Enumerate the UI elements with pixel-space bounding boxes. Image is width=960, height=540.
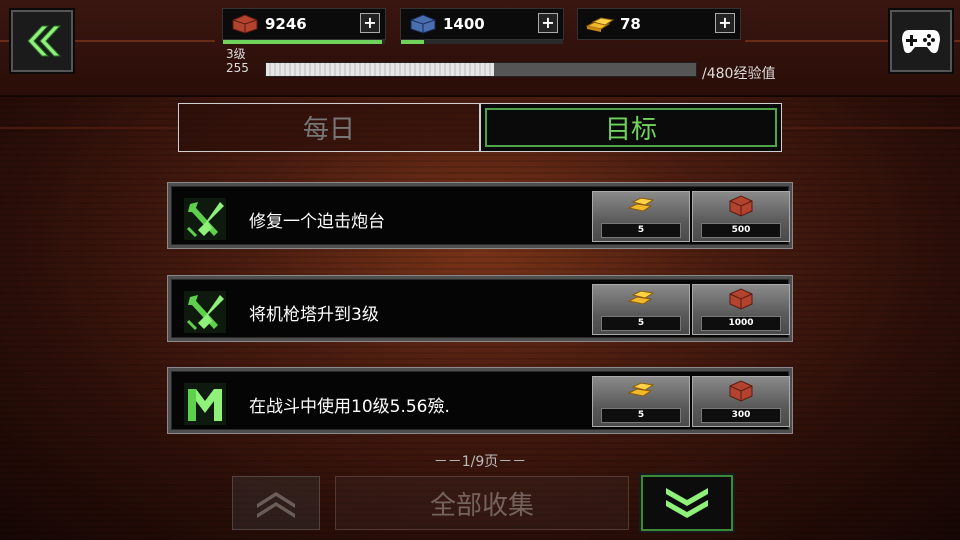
mission-tabs: 每日 目标 [178, 103, 782, 152]
collect-all-button[interactable]: 全部收集 [335, 476, 629, 530]
reward-crates-amount: 300 [701, 408, 781, 423]
pagination-indicator: －－1/9页－－ [433, 454, 527, 470]
tab-goals[interactable]: 目标 [480, 103, 782, 152]
gold-bars-icon [585, 17, 615, 32]
mission-text: 将机枪塔升到3级 [249, 305, 379, 325]
add-gold-button[interactable]: + [715, 13, 735, 33]
gold-bars-icon [627, 382, 655, 397]
red-crate-capacity-bar [223, 40, 385, 44]
mission-text: 在战斗中使用10级5.56殮. [249, 397, 450, 417]
blue-crate-capacity-bar [401, 40, 563, 44]
mission-text: 修复一个迫击炮台 [249, 212, 385, 232]
reward-gold-amount: 5 [601, 223, 681, 238]
reward-crates-amount: 500 [701, 223, 781, 238]
mission-row[interactable]: 在战斗中使用10级5.56殮. 5 300 [167, 367, 793, 434]
add-red-crates-button[interactable]: + [360, 13, 380, 33]
decor-line [782, 127, 960, 129]
reward-gold-amount: 5 [601, 408, 681, 423]
reward-gold-amount: 5 [601, 316, 681, 331]
double-chevron-left-icon [27, 25, 62, 57]
wrench-screwdriver-icon [184, 198, 226, 240]
player-level: 3级 255 [226, 47, 249, 75]
reward-gold: 5 [592, 191, 690, 242]
gold-count: 78 [620, 15, 641, 33]
reward-crates: 300 [692, 376, 790, 427]
blue-crate-icon [410, 14, 436, 34]
red-crate-icon [729, 380, 753, 402]
xp-max-label: /480经验值 [702, 66, 776, 82]
page-up-button[interactable] [232, 476, 320, 530]
reward-gold: 5 [592, 376, 690, 427]
page-down-button[interactable] [641, 475, 733, 531]
back-button[interactable] [11, 10, 73, 72]
tab-daily[interactable]: 每日 [178, 103, 480, 152]
resource-gold: 78 + [577, 8, 741, 40]
level-points: 255 [226, 61, 249, 75]
wrench-screwdriver-icon [184, 291, 226, 333]
red-crate-icon [729, 288, 753, 310]
resource-blue-crates: 1400 + [400, 8, 564, 44]
tab-goals-label: 目标 [485, 108, 777, 147]
gold-bars-icon [627, 290, 655, 305]
level-label: 3级 [226, 47, 246, 61]
gamepad-icon [902, 30, 940, 54]
decor-line [0, 127, 178, 129]
double-chevron-up-icon [257, 492, 295, 518]
gold-bars-icon [627, 197, 655, 212]
red-crate-icon [729, 195, 753, 217]
red-crate-count: 9246 [265, 15, 307, 33]
blue-crate-count: 1400 [443, 15, 485, 33]
resource-red-crates: 9246 + [222, 8, 386, 44]
reward-gold: 5 [592, 284, 690, 335]
xp-progress-bar [265, 62, 697, 77]
game-services-button[interactable] [890, 10, 952, 72]
double-chevron-down-icon [666, 488, 708, 518]
reward-crates: 500 [692, 191, 790, 242]
mission-row[interactable]: 修复一个迫击炮台 5 500 [167, 182, 793, 249]
reward-crates-amount: 1000 [701, 316, 781, 331]
red-crate-icon [232, 14, 258, 34]
reward-crates: 1000 [692, 284, 790, 335]
ammo-emblem-icon [184, 383, 226, 425]
mission-row[interactable]: 将机枪塔升到3级 5 1000 [167, 275, 793, 342]
add-blue-crates-button[interactable]: + [538, 13, 558, 33]
